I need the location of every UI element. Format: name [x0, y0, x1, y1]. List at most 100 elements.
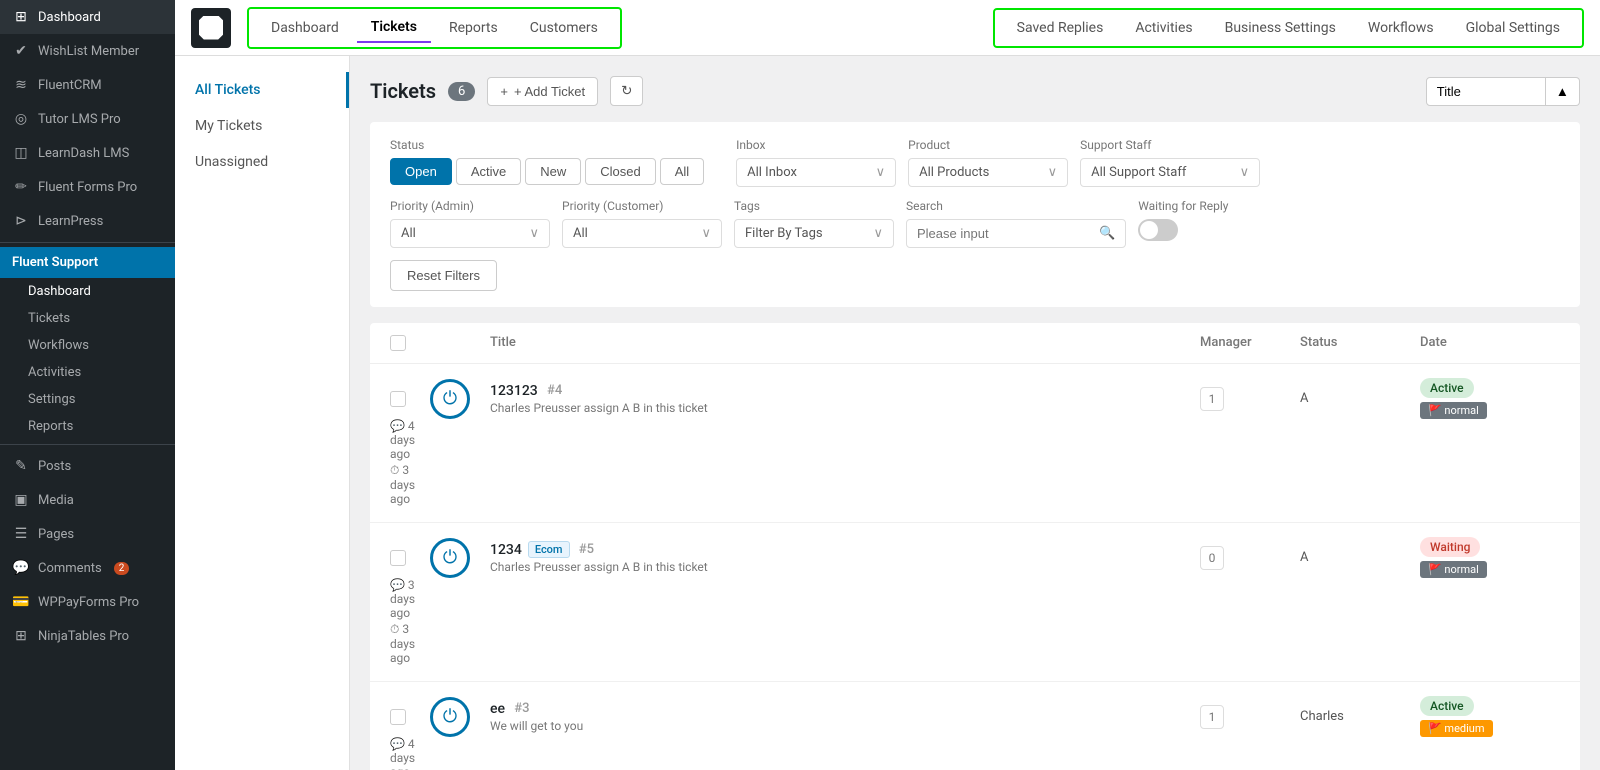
header-manager: Manager — [1200, 335, 1300, 351]
tickets-sidebar: All Tickets My Tickets Unassigned — [175, 56, 350, 770]
inbox-filter-select[interactable]: All Inbox ∨ — [736, 158, 896, 187]
sidebar-item-learndash[interactable]: ◫ LearnDash LMS — [0, 136, 175, 170]
plus-icon: + — [500, 84, 508, 99]
media-icon: ▣ — [12, 491, 30, 509]
reply-count-badge: 1 — [1200, 705, 1224, 729]
manager-name: Charles — [1300, 709, 1344, 724]
sidebar-item-wppayforms[interactable]: 💳 WPPayForms Pro — [0, 585, 175, 619]
tickets-count-badge: 6 — [448, 82, 475, 101]
product-filter-select[interactable]: All Products ∨ — [908, 158, 1068, 187]
sidebar-subitem-reports[interactable]: Reports — [0, 413, 175, 440]
ticket-icon-cell: ⏻ — [430, 538, 490, 578]
product-filter-label: Product — [908, 138, 1068, 152]
priority-admin-filter-group: Priority (Admin) All ∨ — [390, 199, 550, 248]
tags-filter-label: Tags — [734, 199, 894, 213]
nav-item-tickets[interactable]: Tickets — [357, 13, 431, 43]
sidebar-item-fluentsupport[interactable]: Fluent Support — [0, 247, 175, 278]
header-checkbox — [390, 335, 430, 351]
search-input[interactable] — [917, 226, 1093, 241]
sidebar-item-ninjatables[interactable]: ⊞ NinjaTables Pro — [0, 619, 175, 653]
title-sort-select[interactable]: Title Date Priority — [1426, 77, 1546, 106]
date-cell: 💬 3 days ago ⏱ 3 days ago — [390, 578, 430, 667]
status-btn-active[interactable]: Active — [456, 158, 521, 185]
row-checkbox[interactable] — [390, 709, 406, 725]
sidebar-subitem-dashboard[interactable]: Dashboard — [0, 278, 175, 305]
title-sort-toggle[interactable]: ▲ — [1546, 77, 1580, 106]
ticket-info-cell: 1234 Ecom #5 Charles Preusser assign A B… — [490, 541, 1200, 574]
sidebar-item-fluentforms[interactable]: ✏ Fluent Forms Pro — [0, 170, 175, 204]
sidebar-item-dashboard[interactable]: ⊞ Dashboard — [0, 0, 175, 34]
nav-item-customers[interactable]: Customers — [516, 14, 612, 42]
status-btn-closed[interactable]: Closed — [585, 158, 655, 185]
priority-customer-select[interactable]: All ∨ — [562, 219, 722, 248]
nav-item-business-settings[interactable]: Business Settings — [1211, 14, 1350, 42]
sidebar-item-posts[interactable]: ✎ Posts — [0, 449, 175, 483]
secondary-nav-group: Saved Replies Activities Business Settin… — [993, 8, 1584, 48]
sidebar-subitem-workflows[interactable]: Workflows — [0, 332, 175, 359]
select-all-checkbox[interactable] — [390, 335, 406, 351]
date-reply: 💬 3 days ago — [390, 578, 430, 620]
status-btn-open[interactable]: Open — [390, 158, 452, 185]
sidebar-item-my-tickets[interactable]: My Tickets — [175, 108, 349, 144]
sidebar-subitem-tickets[interactable]: Tickets — [0, 305, 175, 332]
tickets-page-title: Tickets — [370, 79, 436, 103]
priority-badge: 🚩 normal — [1420, 561, 1487, 578]
status-btn-all[interactable]: All — [660, 158, 704, 185]
manager-cell: A — [1300, 550, 1420, 565]
sidebar-item-comments[interactable]: 💬 Comments 2 — [0, 551, 175, 585]
header-icon — [430, 335, 490, 351]
status-cell: Active 🚩 normal — [1420, 378, 1560, 419]
sidebar-item-wishlist[interactable]: ✔ WishList Member — [0, 34, 175, 68]
add-ticket-button[interactable]: + + Add Ticket — [487, 77, 598, 106]
ticket-info-cell: 123123 #4 Charles Preusser assign A B in… — [490, 383, 1200, 415]
priority-admin-select[interactable]: All ∨ — [390, 219, 550, 248]
ninjatables-icon: ⊞ — [12, 627, 30, 645]
nav-item-saved-replies[interactable]: Saved Replies — [1003, 14, 1118, 42]
main-content: Dashboard Tickets Reports Customers Save… — [175, 0, 1600, 770]
inbox-filter-group: Inbox All Inbox ∨ — [736, 138, 896, 187]
row-checkbox[interactable] — [390, 550, 406, 566]
product-filter-group: Product All Products ∨ — [908, 138, 1068, 187]
refresh-button[interactable]: ↻ — [610, 76, 643, 106]
tags-filter-select[interactable]: Filter By Tags ∨ — [734, 219, 894, 248]
date-reply: 💬 4 days ago — [390, 419, 430, 461]
tags-filter-group: Tags Filter By Tags ∨ — [734, 199, 894, 248]
reset-filters-button[interactable]: Reset Filters — [390, 260, 497, 291]
ticket-status-icon: ⏻ — [430, 379, 470, 419]
search-filter-group: Search 🔍 — [906, 199, 1126, 248]
header-status: Status — [1300, 335, 1420, 351]
waiting-reply-toggle[interactable] — [1138, 219, 1178, 241]
ticket-description: We will get to you — [490, 719, 1200, 733]
status-filter-label: Status — [390, 138, 704, 152]
logo-mark — [199, 16, 223, 40]
nav-item-global-settings[interactable]: Global Settings — [1452, 14, 1574, 42]
sidebar-subitem-activities[interactable]: Activities — [0, 359, 175, 386]
status-btn-new[interactable]: New — [525, 158, 581, 185]
priority-admin-chevron-icon: ∨ — [529, 226, 539, 241]
sidebar-item-all-tickets[interactable]: All Tickets — [175, 72, 349, 108]
support-staff-filter-select[interactable]: All Support Staff ∨ — [1080, 158, 1260, 187]
sidebar-subitem-settings[interactable]: Settings — [0, 386, 175, 413]
table-row[interactable]: ⏻ 123123 #4 Charles Preusser assign A B … — [370, 364, 1580, 523]
sidebar-item-media[interactable]: ▣ Media — [0, 483, 175, 517]
status-buttons-group: Open Active New Closed All — [390, 158, 704, 185]
reply-count-cell: 0 — [1200, 546, 1300, 570]
row-checkbox[interactable] — [390, 391, 406, 407]
sidebar-item-pages[interactable]: ☰ Pages — [0, 517, 175, 551]
nav-item-reports[interactable]: Reports — [435, 14, 512, 42]
ticket-icon-cell: ⏻ — [430, 697, 490, 737]
reply-count-badge: 0 — [1200, 546, 1224, 570]
table-row[interactable]: ⏻ ee #3 We will get to you 1 Charles — [370, 682, 1580, 770]
inbox-filter-label: Inbox — [736, 138, 896, 152]
nav-item-workflows[interactable]: Workflows — [1354, 14, 1448, 42]
support-staff-filter-group: Support Staff All Support Staff ∨ — [1080, 138, 1260, 187]
sidebar-item-learnpress[interactable]: ⊳ LearnPress — [0, 204, 175, 238]
nav-item-dashboard[interactable]: Dashboard — [257, 14, 353, 42]
status-cell: Active 🚩 medium — [1420, 696, 1560, 737]
tickets-main-area: Tickets 6 + + Add Ticket ↻ Title Date Pr… — [350, 56, 1600, 770]
sidebar-item-tutorlms[interactable]: ◎ Tutor LMS Pro — [0, 102, 175, 136]
sidebar-item-unassigned[interactable]: Unassigned — [175, 144, 349, 180]
sidebar-item-fluentcrm[interactable]: ≋ FluentCRM — [0, 68, 175, 102]
table-row[interactable]: ⏻ 1234 Ecom #5 Charles Preusser assign A… — [370, 523, 1580, 682]
nav-item-activities[interactable]: Activities — [1121, 14, 1206, 42]
